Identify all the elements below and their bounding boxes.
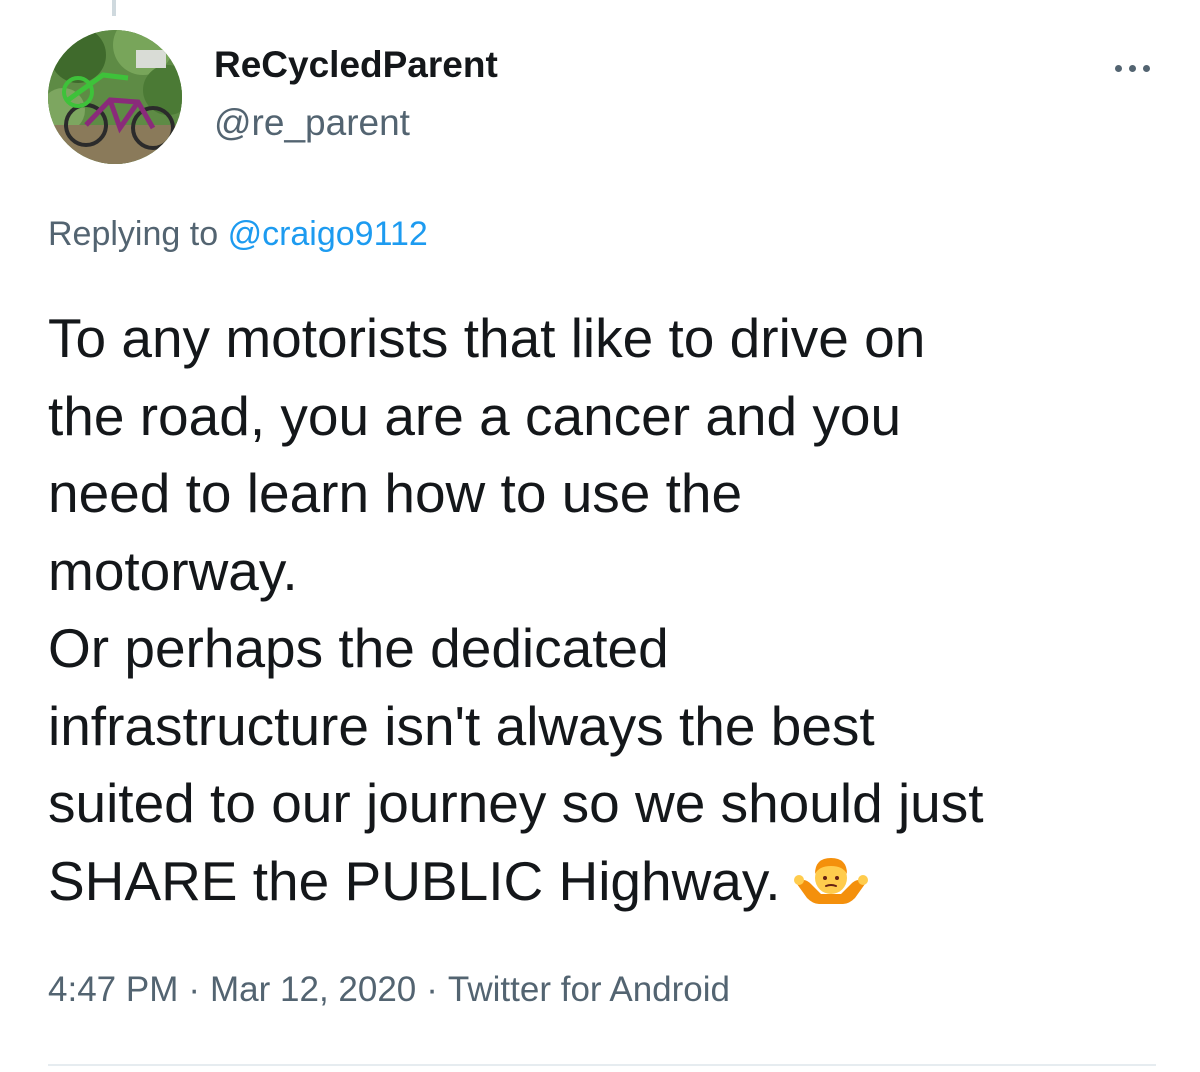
user-handle[interactable]: @re_parent [214,102,410,144]
tweet-text-line: need to learn how to use the [48,462,743,524]
replying-to: Replying to @craigo9112 [48,215,428,254]
more-options-button[interactable] [1104,48,1160,88]
tweet-text-line: suited to our journey so we should just [48,772,984,834]
person-shrugging-icon [793,854,869,910]
tweet-text-line: the road, you are a cancer and you [48,384,902,447]
separator: · [188,970,201,1009]
tweet-date[interactable]: Mar 12, 2020 [210,970,416,1009]
tweet-text-line: infrastructure isn't always the best [48,694,875,757]
tweet-time[interactable]: 4:47 PM [48,970,178,1009]
divider [48,1064,1156,1066]
display-name[interactable]: ReCycledParent [214,44,498,86]
tweet-text: To any motorists that like to drive on t… [48,300,1158,920]
tweet-source-link[interactable]: Twitter for Android [448,970,730,1009]
tweet-metadata: 4:47 PM · Mar 12, 2020 · Twitter for Android [48,970,730,1010]
avatar-image [48,30,182,164]
separator: · [426,970,438,1009]
tweet-text-line: SHARE the PUBLIC Highway. [48,849,781,912]
ellipsis-icon [1114,64,1122,72]
replying-to-label: Replying to [48,215,219,253]
tweet-card[interactable]: ReCycledParent @re_parent Replying to @c… [0,0,1200,1072]
reply-mention-link[interactable]: @craigo9112 [228,215,428,253]
ellipsis-dot [1142,64,1150,72]
tweet-text-line: To any motorists that like to drive on [48,307,926,369]
tweet-text-line: Or perhaps the dedicated [48,617,669,679]
tweet-text-line: motorway. [48,539,298,602]
ellipsis-dot [1128,64,1136,72]
tweet-text-last-line: SHARE the PUBLIC Highway. [48,843,1158,921]
avatar[interactable] [48,30,182,164]
